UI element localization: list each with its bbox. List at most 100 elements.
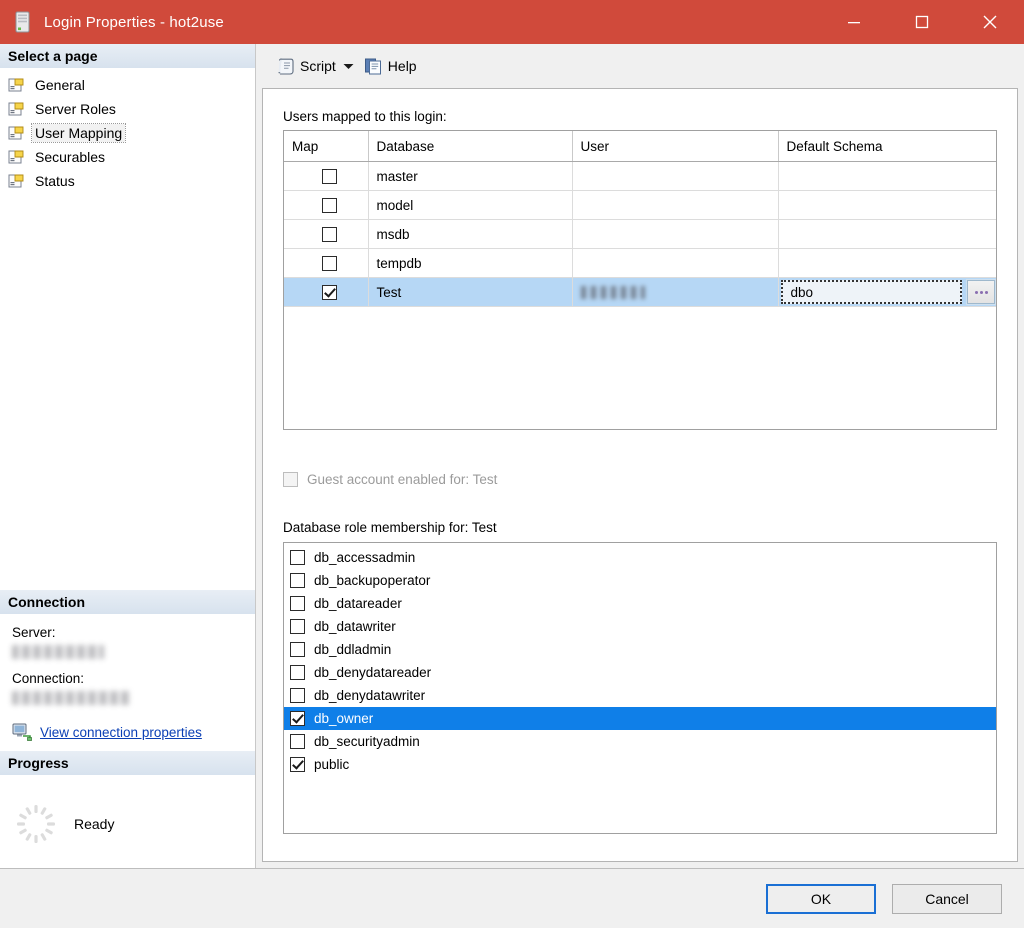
right-pane: Script Help Users mapped to this login: … — [256, 44, 1024, 868]
role-item[interactable]: db_securityadmin — [284, 730, 996, 753]
cancel-button[interactable]: Cancel — [892, 883, 1002, 914]
default-schema-input[interactable]: dbo — [780, 280, 962, 304]
table-row-selected[interactable]: Test dbo — [284, 277, 996, 307]
spinner-icon — [17, 805, 55, 843]
role-item[interactable]: db_datawriter — [284, 615, 996, 638]
database-roles-label: Database role membership for: Test — [283, 520, 497, 535]
map-checkbox[interactable] — [322, 284, 338, 300]
map-cell[interactable] — [284, 161, 369, 191]
table-row[interactable]: msdb — [284, 219, 996, 249]
default-schema-cell[interactable]: dbo — [778, 277, 996, 307]
script-dropdown-button[interactable] — [340, 52, 358, 80]
user-cell — [572, 277, 779, 307]
ellipsis-dot — [974, 290, 978, 294]
maximize-button[interactable] — [888, 0, 956, 44]
guest-account-checkbox — [283, 471, 298, 487]
role-item[interactable]: db_denydatareader — [284, 661, 996, 684]
column-header-user[interactable]: User — [572, 131, 779, 162]
help-button[interactable]: Help — [360, 52, 421, 80]
map-checkbox[interactable] — [322, 168, 338, 184]
window-controls — [820, 0, 1024, 44]
server-value-redacted — [12, 645, 104, 659]
progress-header: Progress — [0, 751, 255, 776]
close-button[interactable] — [956, 0, 1024, 44]
connection-header: Connection — [0, 590, 255, 615]
role-item-selected[interactable]: db_owner — [284, 707, 996, 730]
column-header-schema[interactable]: Default Schema — [778, 131, 996, 162]
role-checkbox[interactable] — [290, 642, 305, 657]
dialog-footer: OK Cancel — [0, 868, 1024, 928]
role-item[interactable]: db_accessadmin — [284, 546, 996, 569]
server-label: Server: — [12, 625, 56, 640]
users-mapping-grid[interactable]: Map Database User Default Schema master … — [283, 130, 997, 430]
close-icon — [983, 15, 997, 29]
map-checkbox[interactable] — [322, 197, 338, 213]
database-cell: Test — [368, 277, 573, 307]
schema-cell — [778, 248, 996, 278]
schema-cell — [778, 190, 996, 220]
role-checkbox[interactable] — [290, 619, 305, 634]
table-row[interactable]: model — [284, 190, 996, 220]
computer-icon — [12, 723, 32, 741]
role-checkbox[interactable] — [290, 665, 305, 680]
server-icon — [15, 11, 30, 33]
table-header-row: Map Database User Default Schema — [284, 131, 996, 162]
role-label: db_owner — [314, 711, 374, 726]
column-header-map[interactable]: Map — [284, 131, 369, 162]
role-checkbox[interactable] — [290, 757, 305, 772]
title-bar: Login Properties - hot2use — [0, 0, 1024, 44]
user-cell — [572, 161, 779, 191]
role-item[interactable]: db_backupoperator — [284, 569, 996, 592]
minimize-button[interactable] — [820, 0, 888, 44]
user-cell — [572, 190, 779, 220]
role-label: public — [314, 757, 350, 772]
role-item[interactable]: db_datareader — [284, 592, 996, 615]
map-checkbox[interactable] — [322, 226, 338, 242]
ellipsis-dot — [984, 290, 988, 294]
sidebar-item-server-roles[interactable]: Server Roles — [6, 97, 255, 121]
schema-cell — [778, 161, 996, 191]
sidebar-item-user-mapping[interactable]: User Mapping — [6, 121, 255, 145]
database-cell: master — [368, 161, 573, 191]
users-mapped-label: Users mapped to this login: — [283, 109, 447, 124]
database-cell: model — [368, 190, 573, 220]
role-checkbox[interactable] — [290, 550, 305, 565]
role-label: db_datareader — [314, 596, 402, 611]
role-checkbox[interactable] — [290, 734, 305, 749]
select-page-header: Select a page — [0, 44, 255, 69]
role-checkbox[interactable] — [290, 573, 305, 588]
sidebar-item-securables[interactable]: Securables — [6, 145, 255, 169]
sidebar-item-status[interactable]: Status — [6, 169, 255, 193]
role-label: db_ddladmin — [314, 642, 392, 657]
chevron-down-icon — [343, 63, 354, 69]
page-icon — [8, 174, 24, 188]
role-item[interactable]: public — [284, 753, 996, 776]
role-item[interactable]: db_denydatawriter — [284, 684, 996, 707]
page-icon — [8, 102, 24, 116]
map-cell[interactable] — [284, 277, 369, 307]
map-cell[interactable] — [284, 190, 369, 220]
column-header-database[interactable]: Database — [368, 131, 573, 162]
role-label: db_denydatareader — [314, 665, 432, 680]
script-button[interactable]: Script — [272, 52, 340, 80]
role-checkbox[interactable] — [290, 688, 305, 703]
view-connection-properties-row[interactable]: View connection properties — [12, 723, 255, 741]
map-cell[interactable] — [284, 219, 369, 249]
view-connection-properties-link[interactable]: View connection properties — [40, 725, 202, 740]
browse-schema-button[interactable] — [967, 280, 995, 304]
map-checkbox[interactable] — [322, 255, 338, 271]
role-item[interactable]: db_ddladmin — [284, 638, 996, 661]
table-row[interactable]: tempdb — [284, 248, 996, 278]
map-cell[interactable] — [284, 248, 369, 278]
login-properties-dialog: Login Properties - hot2use Select a page… — [0, 0, 1024, 928]
role-checkbox[interactable] — [290, 711, 305, 726]
user-cell — [572, 248, 779, 278]
database-roles-list[interactable]: db_accessadmin db_backupoperator db_data… — [283, 542, 997, 834]
sidebar-item-label: Server Roles — [35, 101, 116, 117]
progress-info: Ready — [0, 776, 255, 868]
ok-button[interactable]: OK — [766, 883, 876, 914]
sidebar-item-general[interactable]: General — [6, 73, 255, 97]
table-row[interactable]: master — [284, 161, 996, 191]
script-label: Script — [300, 58, 336, 74]
role-checkbox[interactable] — [290, 596, 305, 611]
